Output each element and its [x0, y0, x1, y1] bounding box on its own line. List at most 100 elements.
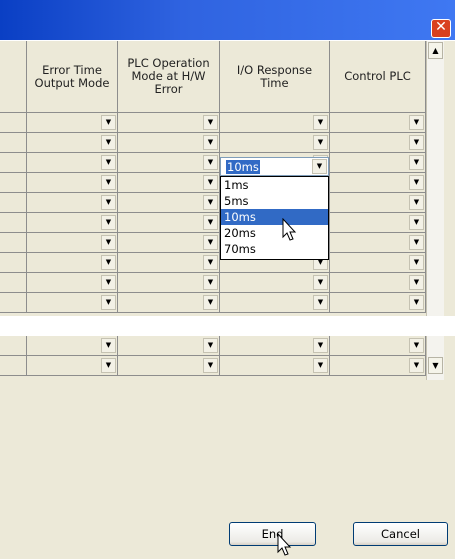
cell-plc_operation_mode_hw_error[interactable]: ▼ [118, 193, 220, 213]
chevron-down-icon[interactable]: ▼ [409, 155, 424, 170]
cell-plc_operation_mode_hw_error[interactable]: ▼ [118, 336, 220, 356]
dropdown-option[interactable]: 10ms [221, 209, 328, 225]
cell-error_time_output_mode[interactable]: ▼ [27, 193, 118, 213]
chevron-down-icon[interactable]: ▼ [203, 275, 218, 290]
chevron-down-icon[interactable]: ▼ [409, 115, 424, 130]
chevron-down-icon[interactable]: ▼ [203, 235, 218, 250]
chevron-down-icon[interactable]: ▼ [101, 255, 116, 270]
chevron-down-icon[interactable]: ▼ [101, 135, 116, 150]
cell-error_time_output_mode[interactable]: ▼ [27, 113, 118, 133]
cell-control_plc[interactable]: ▼ [330, 133, 426, 153]
cell-error_time_output_mode[interactable]: ▼ [27, 336, 118, 356]
chevron-down-icon[interactable]: ▼ [409, 135, 424, 150]
chevron-down-icon[interactable]: ▼ [203, 295, 218, 310]
cell-error_time_output_mode[interactable]: ▼ [27, 356, 118, 376]
cell-control_plc[interactable]: ▼ [330, 213, 426, 233]
cell-plc_operation_mode_hw_error[interactable]: ▼ [118, 213, 220, 233]
chevron-down-icon[interactable]: ▼ [203, 175, 218, 190]
chevron-down-icon[interactable]: ▼ [409, 255, 424, 270]
cell-plc_operation_mode_hw_error[interactable]: ▼ [118, 133, 220, 153]
cell-error_time_output_mode[interactable]: ▼ [27, 253, 118, 273]
cell-control_plc[interactable]: ▼ [330, 273, 426, 293]
chevron-down-icon[interactable]: ▼ [313, 338, 328, 353]
chevron-down-icon[interactable]: ▼ [409, 358, 424, 373]
cell-plc_operation_mode_hw_error[interactable]: ▼ [118, 113, 220, 133]
chevron-down-icon[interactable]: ▼ [203, 115, 218, 130]
cell-plc_operation_mode_hw_error[interactable]: ▼ [118, 173, 220, 193]
dropdown-option[interactable]: 20ms [221, 225, 328, 241]
chevron-down-icon[interactable]: ▼ [409, 195, 424, 210]
chevron-down-icon[interactable]: ▼ [313, 275, 328, 290]
chevron-down-icon[interactable]: ▼ [203, 195, 218, 210]
dropdown-option[interactable]: 70ms [221, 241, 328, 257]
cell-control_plc[interactable]: ▼ [330, 193, 426, 213]
chevron-down-icon[interactable]: ▼ [409, 295, 424, 310]
scroll-up-icon[interactable]: ▲ [428, 42, 443, 59]
cell-io_response_time[interactable]: ▼ [220, 336, 330, 356]
chevron-down-icon[interactable]: ▼ [101, 155, 116, 170]
cell-io_response_time[interactable]: ▼ [220, 133, 330, 153]
chevron-down-icon[interactable]: ▼ [203, 358, 218, 373]
chevron-down-icon[interactable]: ▼ [203, 135, 218, 150]
cell-control_plc[interactable]: ▼ [330, 293, 426, 313]
cell-error_time_output_mode[interactable]: ▼ [27, 153, 118, 173]
cell-plc_operation_mode_hw_error[interactable]: ▼ [118, 253, 220, 273]
cell-control_plc[interactable]: ▼ [330, 336, 426, 356]
cell-control_plc[interactable]: ▼ [330, 153, 426, 173]
chevron-down-icon[interactable]: ▼ [313, 115, 328, 130]
cell-plc_operation_mode_hw_error[interactable]: ▼ [118, 233, 220, 253]
chevron-down-icon[interactable]: ▼ [409, 235, 424, 250]
chevron-down-icon[interactable]: ▼ [409, 175, 424, 190]
chevron-down-icon[interactable]: ▼ [312, 159, 327, 174]
chevron-down-icon[interactable]: ▼ [101, 275, 116, 290]
chevron-down-icon[interactable]: ▼ [101, 295, 116, 310]
row-stub-cell [0, 133, 27, 153]
cell-control_plc[interactable]: ▼ [330, 113, 426, 133]
cell-error_time_output_mode[interactable]: ▼ [27, 213, 118, 233]
chevron-down-icon[interactable]: ▼ [101, 115, 116, 130]
dropdown-option[interactable]: 5ms [221, 193, 328, 209]
cell-error_time_output_mode[interactable]: ▼ [27, 233, 118, 253]
cell-error_time_output_mode[interactable]: ▼ [27, 273, 118, 293]
chevron-down-icon[interactable]: ▼ [313, 135, 328, 150]
chevron-down-icon[interactable]: ▼ [203, 215, 218, 230]
chevron-down-icon[interactable]: ▼ [101, 195, 116, 210]
cell-io_response_time[interactable]: ▼ [220, 293, 330, 313]
chevron-down-icon[interactable]: ▼ [203, 255, 218, 270]
chevron-down-icon[interactable]: ▼ [313, 358, 328, 373]
cell-plc_operation_mode_hw_error[interactable]: ▼ [118, 273, 220, 293]
cell-plc_operation_mode_hw_error[interactable]: ▼ [118, 356, 220, 376]
io-response-combo[interactable]: 10ms ▼ [220, 157, 329, 176]
cancel-button[interactable]: Cancel [353, 522, 448, 546]
cell-io_response_time[interactable]: ▼ [220, 273, 330, 293]
cell-io_response_time[interactable]: ▼ [220, 113, 330, 133]
chevron-down-icon[interactable]: ▼ [101, 235, 116, 250]
close-icon[interactable]: ✕ [431, 19, 451, 38]
chevron-down-icon[interactable]: ▼ [101, 215, 116, 230]
cell-control_plc[interactable]: ▼ [330, 173, 426, 193]
chevron-down-icon[interactable]: ▼ [203, 338, 218, 353]
end-button[interactable]: End [229, 522, 316, 546]
cell-error_time_output_mode[interactable]: ▼ [27, 133, 118, 153]
chevron-down-icon[interactable]: ▼ [409, 215, 424, 230]
cell-error_time_output_mode[interactable]: ▼ [27, 293, 118, 313]
cell-io_response_time[interactable]: ▼ [220, 356, 330, 376]
chevron-down-icon[interactable]: ▼ [203, 155, 218, 170]
chevron-down-icon[interactable]: ▼ [409, 338, 424, 353]
cell-plc_operation_mode_hw_error[interactable]: ▼ [118, 153, 220, 173]
chevron-down-icon[interactable]: ▼ [313, 295, 328, 310]
cell-plc_operation_mode_hw_error[interactable]: ▼ [118, 293, 220, 313]
io-response-options-list[interactable]: 1ms 5ms 10ms 20ms 70ms [220, 176, 329, 260]
cell-control_plc[interactable]: ▼ [330, 356, 426, 376]
cell-control_plc[interactable]: ▼ [330, 253, 426, 273]
cell-error_time_output_mode[interactable]: ▼ [27, 173, 118, 193]
vertical-scrollbar[interactable]: ▲ [426, 41, 444, 316]
chevron-down-icon[interactable]: ▼ [101, 338, 116, 353]
vertical-scrollbar-lower[interactable]: ▼ [426, 336, 444, 380]
scroll-down-icon[interactable]: ▼ [428, 357, 443, 374]
chevron-down-icon[interactable]: ▼ [101, 175, 116, 190]
chevron-down-icon[interactable]: ▼ [101, 358, 116, 373]
chevron-down-icon[interactable]: ▼ [409, 275, 424, 290]
cell-control_plc[interactable]: ▼ [330, 233, 426, 253]
dropdown-option[interactable]: 1ms [221, 177, 328, 193]
